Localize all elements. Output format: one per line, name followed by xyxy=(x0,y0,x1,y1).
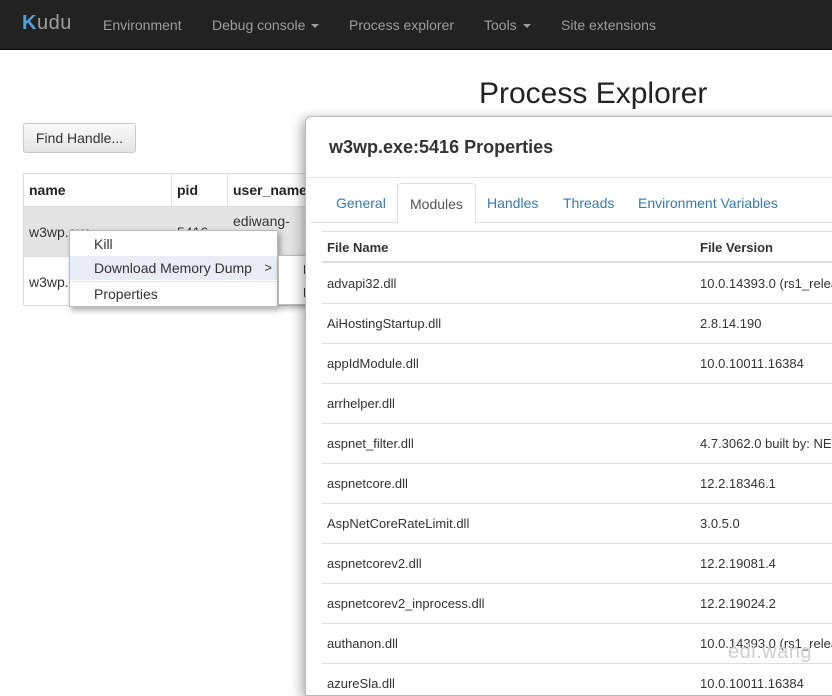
submenu: N F xyxy=(278,255,312,305)
table-row[interactable]: AspNetCoreRateLimit.dll 3.0.5.0 xyxy=(322,504,832,544)
column-header-file-name[interactable]: File Name xyxy=(327,240,388,255)
dialog-divider xyxy=(306,177,832,178)
module-file-version: 10.0.14393.0 (rs1_relea xyxy=(700,276,832,291)
context-menu: Kill Download Memory Dump > Properties xyxy=(69,230,278,307)
chevron-down-icon xyxy=(311,24,320,29)
nav-debug-console[interactable]: Debug console xyxy=(212,17,320,33)
menu-item-properties-label: Properties xyxy=(94,286,158,302)
table-row[interactable]: appIdModule.dll 10.0.10011.16384 xyxy=(322,344,832,384)
top-navbar: Kudu Environment Debug console Process e… xyxy=(0,0,832,50)
module-file-name: appIdModule.dll xyxy=(327,356,419,371)
column-header-file-version[interactable]: File Version xyxy=(700,240,773,255)
kudu-logo[interactable]: Kudu xyxy=(22,12,72,35)
tab-handles[interactable]: Handles xyxy=(475,183,550,223)
tab-threads[interactable]: Threads xyxy=(551,183,626,223)
module-file-version: 3.0.5.0 xyxy=(700,516,740,531)
menu-item-download-memory-dump-label: Download Memory Dump xyxy=(94,260,252,276)
kudu-logo-text: udu xyxy=(36,12,72,34)
table-row[interactable]: aspnetcore.dll 12.2.18346.1 xyxy=(322,464,832,504)
watermark: edi.wang xyxy=(728,641,813,663)
nav-site-extensions[interactable]: Site extensions xyxy=(561,17,656,33)
table-row[interactable]: advapi32.dll 10.0.14393.0 (rs1_relea xyxy=(322,264,832,304)
module-file-name: advapi32.dll xyxy=(327,276,397,291)
nav-tools[interactable]: Tools xyxy=(484,17,531,33)
module-file-name: arrhelper.dll xyxy=(327,396,395,411)
tab-general[interactable]: General xyxy=(324,183,398,223)
menu-item-kill-label: Kill xyxy=(94,236,113,252)
module-file-version: 10.0.10011.16384 xyxy=(700,356,804,371)
nav-site-extensions-label: Site extensions xyxy=(561,17,656,33)
page-title: Process Explorer xyxy=(479,77,708,110)
module-file-name: AspNetCoreRateLimit.dll xyxy=(327,516,470,531)
nav-process-explorer-label: Process explorer xyxy=(349,17,455,33)
module-file-name: aspnetcore.dll xyxy=(327,476,408,491)
table-row[interactable]: arrhelper.dll xyxy=(322,384,832,424)
menu-item-download-memory-dump[interactable]: Download Memory Dump > xyxy=(70,256,277,280)
nav-environment-label: Environment xyxy=(103,17,182,33)
menu-item-properties[interactable]: Properties xyxy=(70,282,277,306)
table-row[interactable]: aspnetcorev2_inprocess.dll 12.2.19024.2 xyxy=(322,584,832,624)
module-file-name: authanon.dll xyxy=(327,636,398,651)
properties-dialog: w3wp.exe:5416 Properties General Modules… xyxy=(305,116,832,696)
nav-environment[interactable]: Environment xyxy=(103,17,182,33)
module-file-name: aspnet_filter.dll xyxy=(327,436,414,451)
module-file-name: AiHostingStartup.dll xyxy=(327,316,442,331)
dialog-title: w3wp.exe:5416 Properties xyxy=(329,137,554,157)
submenu-arrow-icon: > xyxy=(264,260,272,275)
nav-tools-label: Tools xyxy=(484,17,517,33)
column-header-name[interactable]: name xyxy=(24,174,172,206)
process-name: w3wp. xyxy=(29,274,69,290)
module-file-version: 10.0.10011.16384 xyxy=(700,676,804,691)
table-row[interactable]: AiHostingStartup.dll 2.8.14.190 xyxy=(322,304,832,344)
nav-debug-console-label: Debug console xyxy=(212,17,306,33)
process-user: ediwang- xyxy=(233,213,290,229)
find-handle-button[interactable]: Find Handle... xyxy=(23,123,136,153)
module-file-version: 4.7.3062.0 built by: NE xyxy=(700,436,832,451)
module-file-name: azureSla.dll xyxy=(327,676,395,691)
column-header-pid[interactable]: pid xyxy=(172,174,228,206)
chevron-down-icon xyxy=(522,24,531,29)
module-file-version: 12.2.18346.1 xyxy=(700,476,776,491)
menu-item-kill[interactable]: Kill xyxy=(70,232,277,256)
module-file-version: 2.8.14.190 xyxy=(700,316,762,331)
table-row[interactable]: aspnetcorev2.dll 12.2.19081.4 xyxy=(322,544,832,584)
module-file-version: 12.2.19081.4 xyxy=(700,556,776,571)
tab-modules[interactable]: Modules xyxy=(397,183,476,223)
table-row[interactable]: azureSla.dll 10.0.10011.16384 xyxy=(322,664,832,695)
nav-process-explorer[interactable]: Process explorer xyxy=(349,17,454,33)
tab-environment-variables[interactable]: Environment Variables xyxy=(626,183,790,223)
module-file-name: aspnetcorev2.dll xyxy=(327,556,422,571)
module-file-version: 12.2.19024.2 xyxy=(700,596,776,611)
kudu-logo-k: K xyxy=(22,12,37,34)
table-row[interactable]: aspnet_filter.dll 4.7.3062.0 built by: NE xyxy=(322,424,832,464)
module-file-name: aspnetcorev2_inprocess.dll xyxy=(327,596,485,611)
modules-table-header: File Name File Version xyxy=(322,231,832,263)
